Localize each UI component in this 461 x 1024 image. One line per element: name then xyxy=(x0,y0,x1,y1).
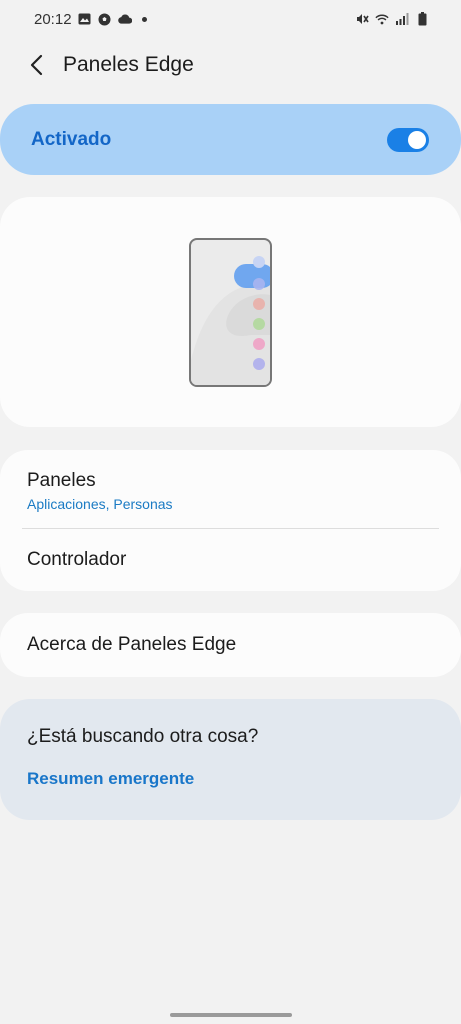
signal-icon xyxy=(395,12,409,26)
status-right xyxy=(355,12,429,26)
edge-panel-illustration xyxy=(191,256,270,385)
panels-title: Paneles xyxy=(27,470,96,491)
cloud-icon xyxy=(117,12,132,26)
wifi-icon xyxy=(375,12,389,26)
suggestion-title: ¿Está buscando otra cosa? xyxy=(27,726,259,747)
panels-subtitle: Aplicaciones, Personas xyxy=(27,496,173,512)
handle-title: Controlador xyxy=(27,549,127,570)
back-button[interactable] xyxy=(22,50,52,80)
master-toggle[interactable] xyxy=(387,127,429,152)
settings-group-panels: Paneles Aplicaciones, Personas Controlad… xyxy=(0,450,461,591)
status-time: 20:12 xyxy=(34,10,72,28)
status-left: 20:12 xyxy=(34,11,147,28)
app-bar: Paneles Edge xyxy=(0,42,461,88)
status-bar: 20:12 xyxy=(0,0,461,38)
divider xyxy=(22,528,439,529)
handle-item[interactable]: Controlador xyxy=(27,549,439,571)
about-item[interactable]: Acerca de Paneles Edge xyxy=(27,634,439,656)
master-switch-label: Activado xyxy=(31,128,112,150)
page-title: Paneles Edge xyxy=(63,53,194,76)
toggle-knob xyxy=(408,130,426,149)
battery-icon xyxy=(415,12,429,26)
master-switch-bar[interactable]: Activado xyxy=(0,104,461,175)
phone-illustration xyxy=(189,238,272,387)
soccer-ball-icon xyxy=(98,12,112,26)
image-icon xyxy=(78,12,92,26)
panels-item[interactable]: Paneles Aplicaciones, Personas xyxy=(27,470,439,512)
settings-group-about: Acerca de Paneles Edge xyxy=(0,613,461,677)
suggestion-card: ¿Está buscando otra cosa? Resumen emerge… xyxy=(0,699,461,820)
preview-card xyxy=(0,197,461,427)
mute-icon xyxy=(355,12,369,26)
about-title: Acerca de Paneles Edge xyxy=(27,634,237,655)
chevron-left-icon xyxy=(30,54,43,76)
dot-icon xyxy=(141,16,147,22)
home-indicator[interactable] xyxy=(170,1013,292,1017)
suggestion-link[interactable]: Resumen emergente xyxy=(27,769,194,789)
